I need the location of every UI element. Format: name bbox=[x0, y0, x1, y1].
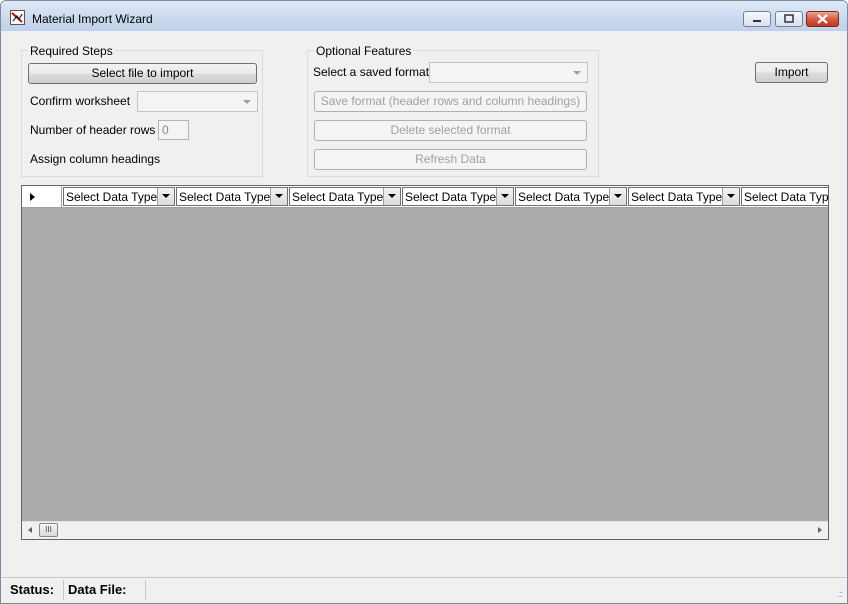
data-grid[interactable]: Select Data Type Select Data Type Select… bbox=[21, 185, 829, 540]
horizontal-scrollbar[interactable]: III bbox=[22, 521, 828, 539]
scroll-right-icon[interactable] bbox=[818, 527, 822, 533]
close-icon bbox=[817, 14, 828, 24]
maximize-icon bbox=[784, 14, 794, 23]
column-type-value: Select Data Type bbox=[631, 190, 723, 204]
confirm-worksheet-select[interactable] bbox=[137, 91, 258, 112]
header-rows-input[interactable]: 0 bbox=[158, 120, 189, 140]
column-type-select[interactable]: Select Data Type bbox=[628, 187, 740, 206]
column-type-value: Select Data Type bbox=[405, 190, 497, 204]
import-button[interactable]: Import bbox=[755, 62, 828, 83]
dropdown-arrow-icon[interactable] bbox=[496, 188, 513, 205]
resize-grip-icon[interactable]: .:: bbox=[837, 589, 842, 599]
optional-features-title: Optional Features bbox=[314, 44, 414, 58]
dropdown-arrow-icon[interactable] bbox=[383, 188, 400, 205]
select-file-button[interactable]: Select file to import bbox=[28, 63, 257, 84]
confirm-worksheet-label: Confirm worksheet bbox=[30, 94, 131, 108]
dropdown-arrow-icon[interactable] bbox=[609, 188, 626, 205]
status-label: Status: bbox=[6, 580, 64, 600]
saved-format-label: Select a saved format bbox=[313, 65, 430, 79]
column-type-select[interactable]: Select Data Type bbox=[402, 187, 514, 206]
scroll-thumb[interactable]: III bbox=[39, 523, 58, 537]
refresh-data-button[interactable]: Refresh Data bbox=[314, 149, 587, 170]
chevron-down-icon bbox=[573, 71, 581, 75]
close-button[interactable] bbox=[806, 11, 839, 27]
dropdown-arrow-icon[interactable] bbox=[270, 188, 287, 205]
wizard-content: Required Steps Select file to import Con… bbox=[8, 31, 840, 597]
header-rows-label: Number of header rows bbox=[30, 123, 156, 137]
column-type-value: Select Data Type bbox=[292, 190, 384, 204]
column-type-select[interactable]: Select Data Type bbox=[515, 187, 627, 206]
column-type-select[interactable]: Select Data Type bbox=[176, 187, 288, 206]
row-header-cell[interactable] bbox=[22, 186, 62, 207]
grid-header-row: Select Data Type Select Data Type Select… bbox=[22, 186, 828, 208]
minimize-button[interactable] bbox=[743, 11, 771, 27]
maximize-button[interactable] bbox=[775, 11, 803, 27]
column-type-select[interactable]: Select Data Type bbox=[289, 187, 401, 206]
column-type-select[interactable]: Select Data Type bbox=[63, 187, 175, 206]
status-bar: Status: Data File: .:: bbox=[2, 577, 846, 602]
column-type-value: Select Data Type bbox=[66, 190, 158, 204]
current-row-arrow-icon bbox=[30, 193, 35, 201]
dropdown-arrow-icon[interactable] bbox=[722, 188, 739, 205]
column-type-select[interactable]: Select Data Type bbox=[741, 187, 828, 206]
column-type-value: Select Data Type bbox=[518, 190, 610, 204]
data-file-label: Data File: bbox=[64, 580, 146, 600]
save-format-button[interactable]: Save format (header rows and column head… bbox=[314, 91, 587, 112]
scroll-left-icon[interactable] bbox=[28, 527, 32, 533]
column-type-value: Select Data Type bbox=[179, 190, 271, 204]
required-steps-title: Required Steps bbox=[28, 44, 115, 58]
dropdown-arrow-icon[interactable] bbox=[157, 188, 174, 205]
window-title: Material Import Wizard bbox=[32, 12, 153, 26]
chevron-down-icon bbox=[243, 100, 251, 104]
saved-format-select[interactable] bbox=[429, 62, 588, 83]
column-type-value: Select Data Type bbox=[744, 190, 828, 204]
delete-format-button[interactable]: Delete selected format bbox=[314, 120, 587, 141]
app-icon bbox=[10, 10, 25, 25]
import-wizard-window: Material Import Wizard Required Steps Se… bbox=[0, 0, 848, 604]
assign-headings-label: Assign column headings bbox=[30, 152, 161, 166]
title-bar[interactable]: Material Import Wizard bbox=[1, 1, 847, 31]
minimize-icon bbox=[753, 20, 761, 22]
